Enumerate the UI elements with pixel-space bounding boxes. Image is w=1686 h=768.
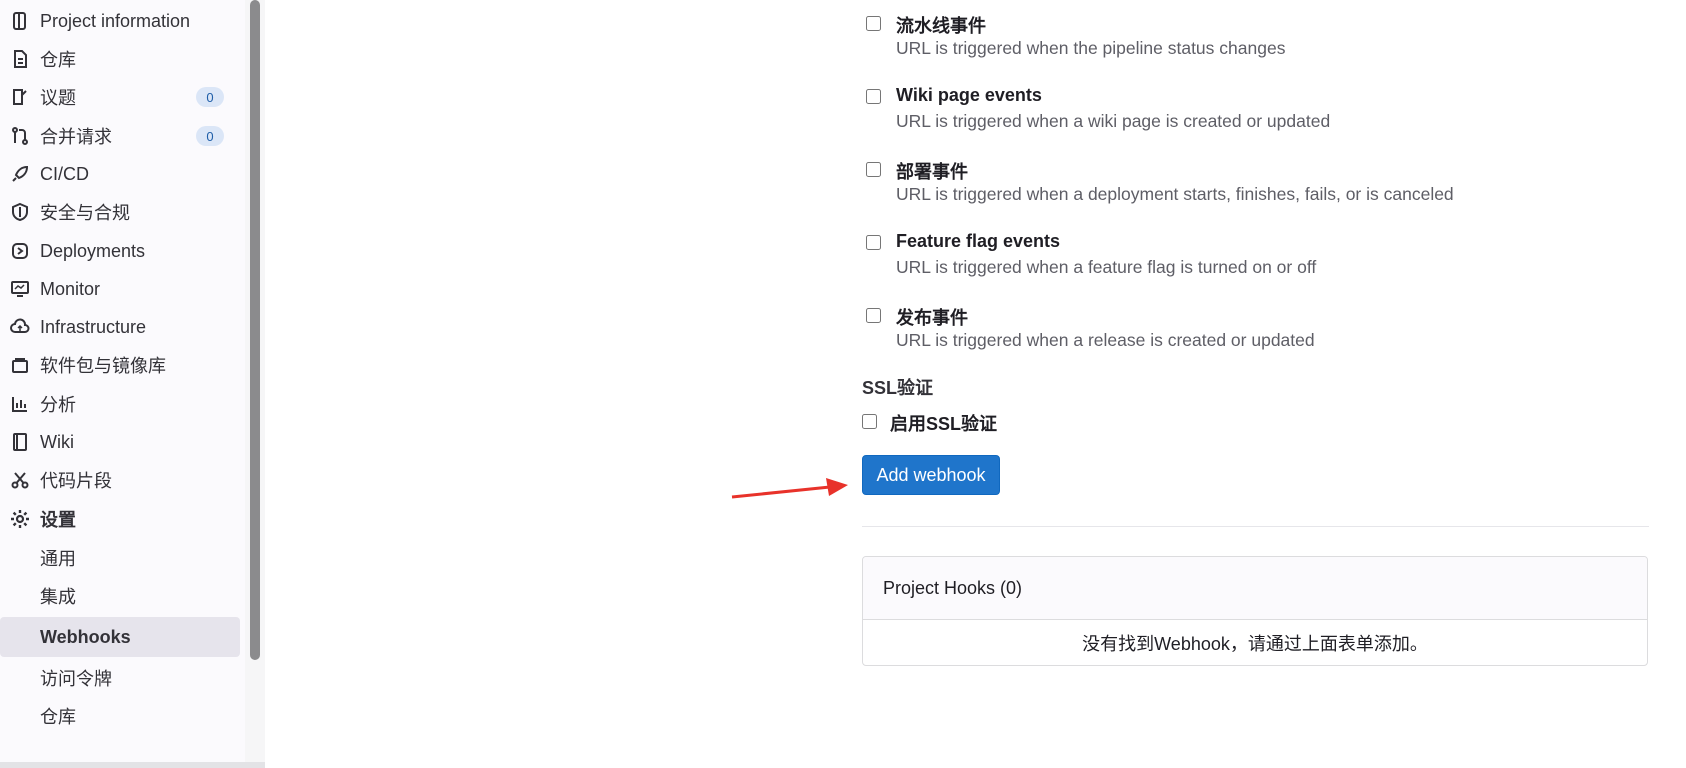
project-hooks-card: Project Hooks (0) 没有找到Webhook，请通过上面表单添加。 <box>862 556 1648 666</box>
event-title: 流水线事件 <box>896 16 986 36</box>
issues-count-badge: 0 <box>196 87 224 107</box>
sidebar-item-merge-requests[interactable]: 合并请求 0 <box>0 116 240 156</box>
sidebar-item-label: Project information <box>40 10 191 31</box>
event-description: URL is triggered when the pipeline statu… <box>896 38 1286 58</box>
sidebar-item-project-information[interactable]: Project information <box>0 1 240 41</box>
sidebar-item-monitor[interactable]: Monitor <box>0 269 240 309</box>
subitem-label: 通用 <box>40 549 76 569</box>
sidebar-item-infrastructure[interactable]: Infrastructure <box>0 307 240 347</box>
project-hooks-empty-message: 没有找到Webhook，请通过上面表单添加。 <box>1082 634 1428 654</box>
sidebar-item-label: Wiki <box>40 431 74 452</box>
sidebar-nav: Project information 仓库 议题 0 合并请求 0 CI/CD… <box>0 0 245 768</box>
book-icon <box>9 431 31 453</box>
event-description: URL is triggered when a deployment start… <box>896 184 1454 204</box>
sidebar-bottom-bar <box>0 762 265 768</box>
sidebar-item-snippets[interactable]: 代码片段 <box>0 460 240 500</box>
pipeline-events-checkbox[interactable] <box>866 16 881 31</box>
rocket-icon <box>9 163 31 185</box>
enable-ssl-checkbox[interactable] <box>862 414 877 429</box>
settings-subitem-webhooks[interactable]: Webhooks <box>0 617 240 657</box>
divider <box>862 526 1649 527</box>
project-hooks-header: Project Hooks (0) <box>863 557 1647 620</box>
repository-icon <box>9 48 31 70</box>
deployment-events-checkbox[interactable] <box>866 162 881 177</box>
event-description: URL is triggered when a feature flag is … <box>896 257 1317 277</box>
sidebar-item-label: Deployments <box>40 240 146 261</box>
event-title: 部署事件 <box>896 162 968 182</box>
gear-icon <box>9 508 31 530</box>
event-description: URL is triggered when a release is creat… <box>896 330 1315 350</box>
event-title: Feature flag events <box>896 231 1061 251</box>
sidebar-item-settings[interactable]: 设置 <box>0 499 240 539</box>
sidebar-item-label: 代码片段 <box>40 471 112 491</box>
sidebar-item-label: 分析 <box>40 395 76 415</box>
merge-request-icon <box>9 125 31 147</box>
enable-ssl-label: 启用SSL验证 <box>890 414 998 434</box>
sidebar-item-label: 软件包与镜像库 <box>40 356 166 376</box>
sidebar-item-label: CI/CD <box>40 163 89 184</box>
event-title: Wiki page events <box>896 85 1042 105</box>
event-description: URL is triggered when a wiki page is cre… <box>896 111 1331 131</box>
sidebar-item-label: 合并请求 <box>40 127 112 147</box>
sidebar-item-label: 安全与合规 <box>40 203 130 223</box>
settings-subitem-general[interactable]: 通用 <box>0 538 240 578</box>
ssl-section-title: SSL验证 <box>862 378 934 398</box>
subitem-label: Webhooks <box>40 626 131 647</box>
sidebar: Project information 仓库 议题 0 合并请求 0 CI/CD… <box>0 0 246 768</box>
shield-icon <box>9 201 31 223</box>
package-icon <box>9 354 31 376</box>
sidebar-item-deployments[interactable]: Deployments <box>0 231 240 271</box>
merge-requests-count-badge: 0 <box>196 126 224 146</box>
cloud-icon <box>9 316 31 338</box>
sidebar-item-label: 仓库 <box>40 50 76 70</box>
sidebar-item-label: Infrastructure <box>40 316 147 337</box>
annotation-arrow-icon <box>731 478 848 499</box>
sidebar-scrollbar-thumb[interactable] <box>250 0 260 660</box>
wiki-page-events-checkbox[interactable] <box>866 89 881 104</box>
deployments-icon <box>9 240 31 262</box>
release-events-checkbox[interactable] <box>866 308 881 323</box>
chart-icon <box>9 393 31 415</box>
issues-icon <box>9 86 31 108</box>
sidebar-item-label: Monitor <box>40 278 101 299</box>
sidebar-item-label: 设置 <box>40 510 76 530</box>
scissors-icon <box>9 469 31 491</box>
subitem-label: 集成 <box>40 587 76 607</box>
settings-subitem-integrations[interactable]: 集成 <box>0 576 240 616</box>
sidebar-item-packages[interactable]: 软件包与镜像库 <box>0 345 240 385</box>
subitem-label: 访问令牌 <box>40 669 112 689</box>
monitor-icon <box>9 278 31 300</box>
settings-subitem-repository[interactable]: 仓库 <box>0 696 240 736</box>
add-webhook-button[interactable]: Add webhook <box>862 455 1000 495</box>
event-title: 发布事件 <box>896 308 968 328</box>
sidebar-item-security[interactable]: 安全与合规 <box>0 192 240 232</box>
sidebar-item-issues[interactable]: 议题 0 <box>0 77 240 117</box>
sidebar-item-repository[interactable]: 仓库 <box>0 39 240 79</box>
sidebar-item-label: 议题 <box>40 88 76 108</box>
project-icon <box>9 10 31 32</box>
sidebar-item-ci-cd[interactable]: CI/CD <box>0 154 240 194</box>
settings-subitem-access-tokens[interactable]: 访问令牌 <box>0 658 240 698</box>
feature-flag-events-checkbox[interactable] <box>866 235 881 250</box>
sidebar-item-analytics[interactable]: 分析 <box>0 384 240 424</box>
sidebar-item-wiki[interactable]: Wiki <box>0 422 240 462</box>
subitem-label: 仓库 <box>40 707 76 727</box>
